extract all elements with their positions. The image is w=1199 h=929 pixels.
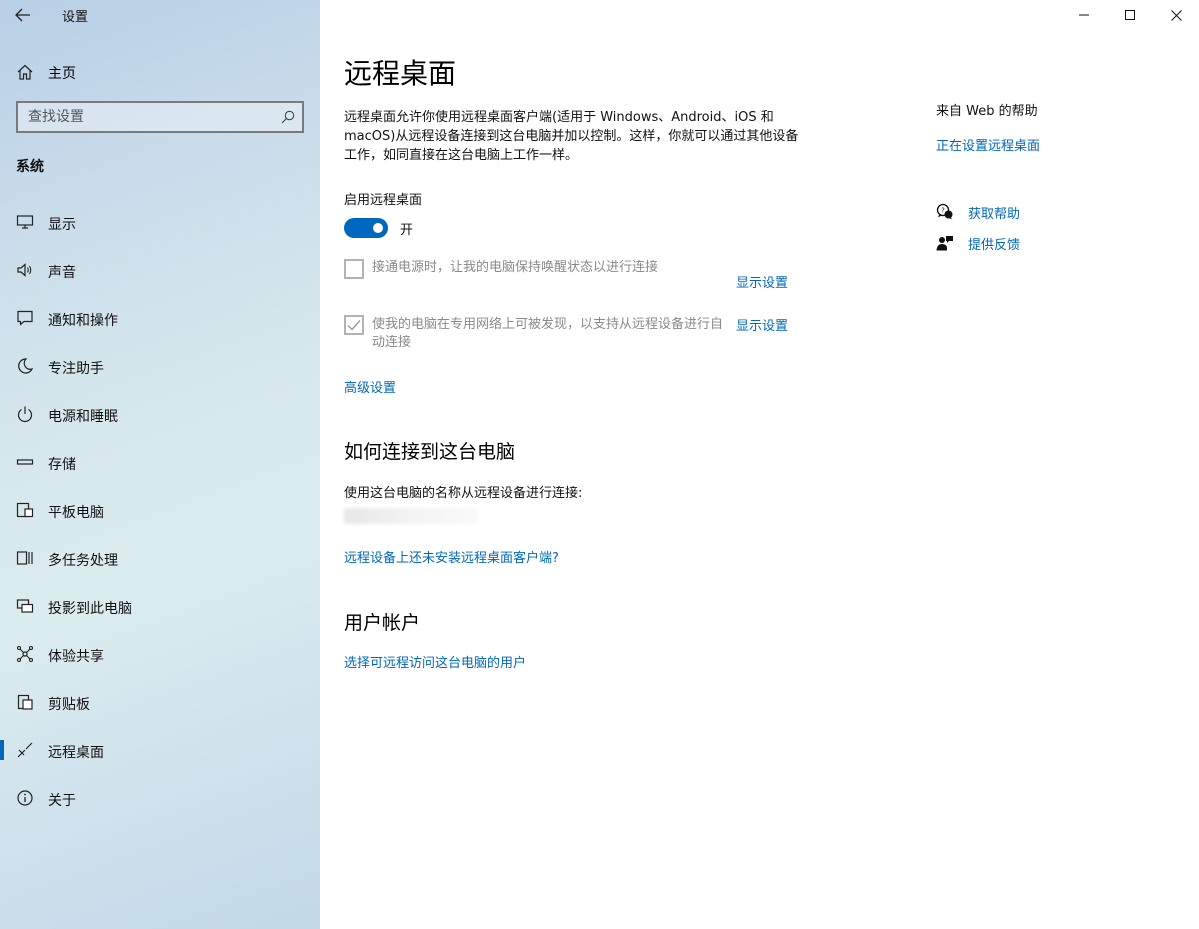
- setup-remote-desktop-link[interactable]: 正在设置远程桌面: [936, 135, 1040, 154]
- search-icon: [281, 110, 295, 124]
- search-box[interactable]: [16, 101, 304, 133]
- sidebar-item-sound[interactable]: 声音: [0, 246, 320, 294]
- sidebar-item-label: 专注助手: [48, 361, 104, 377]
- home-icon: [17, 64, 33, 80]
- notification-icon: [17, 310, 33, 326]
- multitask-icon: [16, 551, 33, 565]
- keep-awake-checkbox[interactable]: [344, 259, 364, 279]
- titlebar: 设置: [0, 0, 320, 30]
- checkmark-icon: [347, 320, 361, 331]
- sidebar-item-focus-assist[interactable]: 专注助手: [0, 342, 320, 390]
- sidebar-item-home-label: 主页: [48, 66, 76, 82]
- toggle-state-label: 开: [400, 223, 414, 238]
- sidebar-item-home[interactable]: 主页: [0, 56, 320, 86]
- sidebar-item-label: 平板电脑: [48, 505, 104, 521]
- sidebar-item-tablet[interactable]: 平板电脑: [0, 486, 320, 534]
- sidebar-item-label: 投影到此电脑: [48, 601, 132, 617]
- section-title: 系统: [16, 159, 44, 175]
- sidebar-item-clipboard[interactable]: 剪贴板: [0, 678, 320, 726]
- page-title: 远程桌面: [344, 57, 457, 90]
- help-title: 来自 Web 的帮助: [936, 104, 1038, 119]
- sidebar-nav: 显示 声音 通知和操作 专注助手 电源和睡眠 存储 平板电脑 多任务处理 投影到…: [0, 198, 320, 822]
- sidebar-item-multitasking[interactable]: 多任务处理: [0, 534, 320, 582]
- discoverable-checkbox[interactable]: [344, 315, 364, 335]
- get-help-label: 获取帮助: [968, 207, 1021, 222]
- sidebar-item-display[interactable]: 显示: [0, 198, 320, 246]
- back-arrow-icon: [15, 8, 30, 22]
- chat-help-icon: ?: [936, 203, 953, 220]
- remote-desktop-toggle[interactable]: [344, 218, 388, 238]
- connect-description: 使用这台电脑的名称从远程设备进行连接:: [344, 486, 583, 501]
- sidebar-item-label: 声音: [48, 265, 76, 281]
- advanced-settings-link[interactable]: 高级设置: [344, 377, 396, 396]
- power-icon: [17, 406, 33, 423]
- help-panel: 来自 Web 的帮助 正在设置远程桌面 ? 获取帮助 提供反馈: [936, 0, 1186, 929]
- feedback-icon: [936, 236, 953, 251]
- sidebar-item-label: 通知和操作: [48, 313, 118, 329]
- clipboard-icon: [17, 694, 33, 710]
- sidebar-item-label: 存储: [48, 457, 76, 473]
- sidebar-item-label: 远程桌面: [48, 745, 104, 761]
- toggle-knob: [373, 223, 383, 233]
- moon-icon: [18, 358, 34, 374]
- monitor-icon: [16, 215, 34, 229]
- search-input[interactable]: [18, 103, 302, 131]
- sidebar-item-label: 显示: [48, 217, 76, 233]
- sidebar-item-about[interactable]: 关于: [0, 774, 320, 822]
- keep-awake-label: 接通电源时，让我的电脑保持唤醒状态以进行连接: [372, 260, 659, 275]
- remote-desktop-icon: [17, 742, 33, 758]
- show-settings-link-2[interactable]: 显示设置: [736, 315, 788, 334]
- client-not-installed-link[interactable]: 远程设备上还未安装远程桌面客户端?: [344, 547, 559, 566]
- sidebar-item-storage[interactable]: 存储: [0, 438, 320, 486]
- sidebar: 设置 主页 系统 显示 声音 通知和操作 专注助手: [0, 0, 320, 929]
- give-feedback-link[interactable]: 提供反馈: [936, 232, 1136, 254]
- main-content: 远程桌面 远程桌面允许你使用远程桌面客户端(适用于 Windows、Androi…: [344, 0, 904, 929]
- pc-name-redacted: [344, 508, 478, 524]
- sidebar-item-label: 关于: [48, 793, 76, 809]
- sidebar-item-label: 剪贴板: [48, 697, 90, 713]
- svg-text:?: ?: [941, 207, 945, 215]
- sidebar-item-project[interactable]: 投影到此电脑: [0, 582, 320, 630]
- sidebar-item-label: 电源和睡眠: [48, 409, 118, 425]
- sidebar-item-label: 体验共享: [48, 649, 104, 665]
- get-help-link[interactable]: ? 获取帮助: [936, 201, 1136, 223]
- tablet-icon: [16, 502, 34, 518]
- give-feedback-label: 提供反馈: [968, 238, 1021, 253]
- select-users-link[interactable]: 选择可远程访问这台电脑的用户: [344, 652, 526, 671]
- connect-heading: 如何连接到这台电脑: [344, 441, 516, 463]
- speaker-icon: [17, 263, 32, 277]
- sidebar-item-notifications[interactable]: 通知和操作: [0, 294, 320, 342]
- enable-remote-desktop-label: 启用远程桌面: [344, 193, 423, 208]
- sidebar-item-shared-experiences[interactable]: 体验共享: [0, 630, 320, 678]
- discoverable-label: 使我的电脑在专用网络上可被发现，以支持从远程设备进行自动连接: [372, 317, 724, 350]
- user-accounts-heading: 用户帐户: [344, 612, 421, 634]
- info-icon: [17, 790, 33, 806]
- sidebar-item-power[interactable]: 电源和睡眠: [0, 390, 320, 438]
- app-title: 设置: [62, 10, 89, 25]
- back-button[interactable]: [10, 2, 36, 28]
- sidebar-item-label: 多任务处理: [48, 553, 118, 569]
- project-icon: [16, 599, 34, 613]
- sidebar-item-remote-desktop[interactable]: 远程桌面: [0, 726, 320, 774]
- share-icon: [16, 645, 34, 663]
- intro-text: 远程桌面允许你使用远程桌面客户端(适用于 Windows、Android、iOS…: [344, 110, 799, 163]
- show-settings-link-1[interactable]: 显示设置: [736, 272, 788, 291]
- storage-icon: [16, 459, 34, 465]
